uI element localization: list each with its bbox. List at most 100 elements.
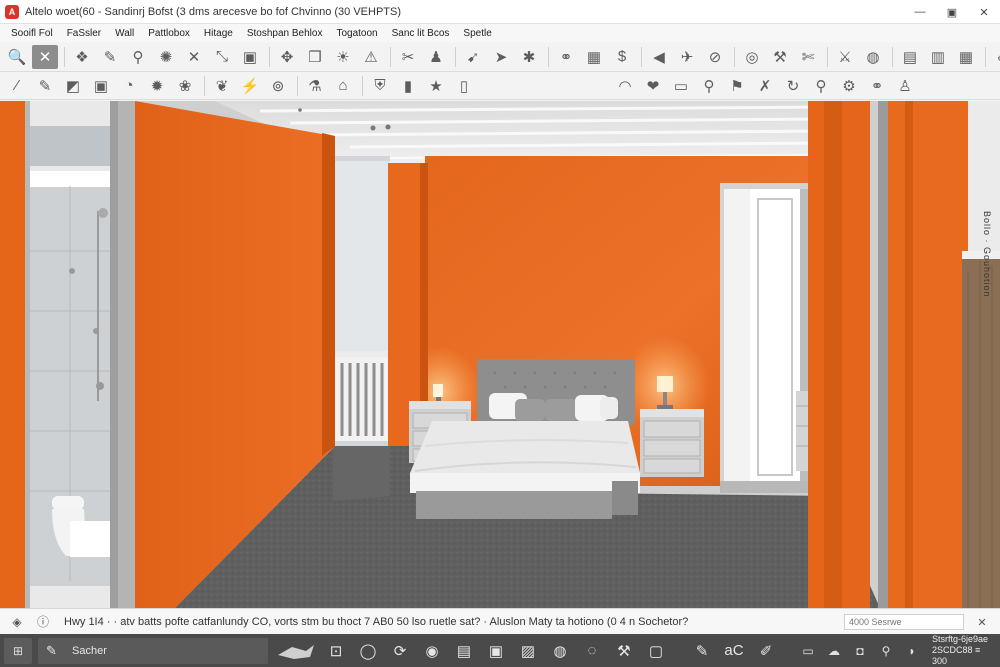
menu-item[interactable]: Stoshpan Behlox — [240, 28, 330, 39]
paint-icon[interactable]: ❖ — [69, 45, 95, 69]
pen-app-icon[interactable]: ✎ — [690, 639, 714, 663]
folder-app-icon[interactable]: ▤ — [452, 639, 476, 663]
tray-chat-icon[interactable]: ▭ — [798, 641, 818, 661]
pin-icon[interactable]: ⚲ — [808, 74, 834, 98]
wand-icon[interactable]: ⚲ — [125, 45, 151, 69]
layers-icon[interactable]: ◈ — [8, 613, 26, 631]
link-icon[interactable]: ⚭ — [553, 45, 579, 69]
wrench-app-icon[interactable]: ⚒ — [612, 639, 636, 663]
box-app-icon[interactable]: ▢ — [644, 639, 668, 663]
close-icon[interactable]: ✕ — [974, 614, 990, 630]
3d-viewport[interactable]: Bollo · Gouhotion — [0, 101, 1000, 608]
wifi-icon[interactable]: ◠ — [612, 74, 638, 98]
photo-icon[interactable]: ▣ — [88, 74, 114, 98]
panel-icon[interactable]: ▥ — [925, 45, 951, 69]
search-small-icon[interactable]: ⚲ — [696, 74, 722, 98]
window-icon[interactable]: ▤ — [897, 45, 923, 69]
magnify-icon[interactable]: ⊘ — [702, 45, 728, 69]
menu-item[interactable]: Spetle — [456, 28, 498, 39]
menu-item[interactable]: Wall — [108, 28, 141, 39]
maximize-button[interactable]: ▣ — [936, 0, 968, 24]
tray-pin-icon[interactable]: ⚲ — [876, 641, 896, 661]
bolt-icon[interactable]: ⚡ — [237, 74, 263, 98]
device-app-icon[interactable]: ▣ — [484, 639, 508, 663]
ring-app-icon[interactable]: ◌ — [580, 639, 604, 663]
rotate-icon[interactable]: ↻ — [780, 74, 806, 98]
gear-small-icon[interactable]: ⚙ — [836, 74, 862, 98]
heart-icon[interactable]: ❤ — [640, 74, 666, 98]
bars-icon[interactable]: ▮ — [395, 74, 421, 98]
hammer-icon[interactable]: ⚔ — [832, 45, 858, 69]
menu-item[interactable]: FaSsler — [60, 28, 108, 39]
minimize-button[interactable]: — — [904, 0, 936, 24]
tools-small-icon[interactable]: ✗ — [752, 74, 778, 98]
house-small-icon[interactable]: ⌂ — [330, 74, 356, 98]
start-button[interactable]: ⊞ — [4, 637, 32, 664]
move-icon[interactable]: ✥ — [274, 45, 300, 69]
sketch-icon[interactable]: ✎ — [32, 74, 58, 98]
taskbar-search[interactable]: ✎ Sacher — [38, 637, 268, 664]
ac-app-label[interactable]: aC — [722, 639, 746, 663]
cross-icon[interactable]: ✕ — [181, 45, 207, 69]
resize-icon[interactable]: ⤡ — [209, 45, 235, 69]
burst-icon[interactable]: ✹ — [144, 74, 170, 98]
tray-sound-icon[interactable]: ◗ — [902, 641, 922, 661]
spray-icon[interactable]: ⚗ — [302, 74, 328, 98]
target-small-icon[interactable]: ⊚ — [265, 74, 291, 98]
cube-icon[interactable]: ❒ — [302, 45, 328, 69]
warning-icon[interactable]: ⚠ — [358, 45, 384, 69]
leaf-icon[interactable]: ❦ — [209, 74, 235, 98]
pen2-app-icon[interactable]: ✐ — [754, 639, 778, 663]
sun-icon[interactable]: ☀ — [330, 45, 356, 69]
column-icon[interactable]: ▯ — [451, 74, 477, 98]
link-small-icon[interactable]: ⚭ — [864, 74, 890, 98]
zoom-icon[interactable]: 🔍 — [4, 45, 30, 69]
disc-app-icon[interactable]: ◉ — [420, 639, 444, 663]
circle-app-icon[interactable]: ◯ — [356, 639, 380, 663]
share-icon[interactable]: ✈ — [674, 45, 700, 69]
refresh-app-icon[interactable]: ⟳ — [388, 639, 412, 663]
menu-item[interactable]: Sooifl Fol — [4, 28, 60, 39]
dollar-icon[interactable]: $ — [609, 45, 635, 69]
globe-icon[interactable]: ◍ — [860, 45, 886, 69]
task-view-icon[interactable] — [276, 641, 316, 661]
scissors-icon[interactable]: ✄ — [795, 45, 821, 69]
brush-icon[interactable]: ⁄ — [4, 74, 30, 98]
clock[interactable]: Stsrftg-6je9ae 2SCDC88 ≡ 300 — [932, 634, 994, 667]
arrow-icon[interactable]: ➹ — [460, 45, 486, 69]
edit-icon[interactable]: ✐ — [990, 45, 1000, 69]
measurement-input[interactable] — [844, 614, 964, 630]
menu-item[interactable]: Togatoon — [329, 28, 384, 39]
menu-item[interactable]: Sanc lit Bcos — [385, 28, 457, 39]
tree-icon[interactable]: ❀ — [172, 74, 198, 98]
select-icon[interactable]: ✕ — [32, 44, 58, 69]
robot-icon[interactable]: ♟ — [423, 45, 449, 69]
menu-item[interactable]: Pattlobox — [141, 28, 197, 39]
flag-icon[interactable]: ⚑ — [724, 74, 750, 98]
star-icon[interactable]: ✱ — [516, 45, 542, 69]
scan-app-icon[interactable]: ⊡ — [324, 639, 348, 663]
pie-icon[interactable]: ◔ — [116, 74, 142, 98]
chart-app-icon[interactable]: ▨ — [516, 639, 540, 663]
box-icon[interactable]: ▣ — [237, 45, 263, 69]
image-icon[interactable]: ◩ — [60, 74, 86, 98]
back-icon[interactable]: ◀ — [646, 45, 672, 69]
close-button[interactable]: ✕ — [968, 0, 1000, 24]
cursor-icon[interactable]: ➤ — [488, 45, 514, 69]
table-icon[interactable]: ▦ — [953, 45, 979, 69]
pencil-icon[interactable]: ✎ — [97, 45, 123, 69]
globe-app-icon[interactable]: ◍ — [548, 639, 572, 663]
tray-cloud-icon[interactable]: ☁ — [824, 641, 844, 661]
shield-icon[interactable]: ⛨ — [367, 74, 393, 98]
tools-icon[interactable]: ⚒ — [767, 45, 793, 69]
star-small-icon[interactable]: ★ — [423, 74, 449, 98]
tag-icon[interactable]: ✂ — [395, 45, 421, 69]
target-icon[interactable]: ◎ — [739, 45, 765, 69]
info-icon[interactable]: ⓘ — [34, 613, 52, 631]
grid-icon[interactable]: ▦ — [581, 45, 607, 69]
person-icon[interactable]: ♙ — [892, 74, 918, 98]
tray-bag-icon[interactable]: ◘ — [850, 641, 870, 661]
gear-icon[interactable]: ✺ — [153, 45, 179, 69]
chat-icon[interactable]: ▭ — [668, 74, 694, 98]
menu-item[interactable]: Hitage — [197, 28, 240, 39]
